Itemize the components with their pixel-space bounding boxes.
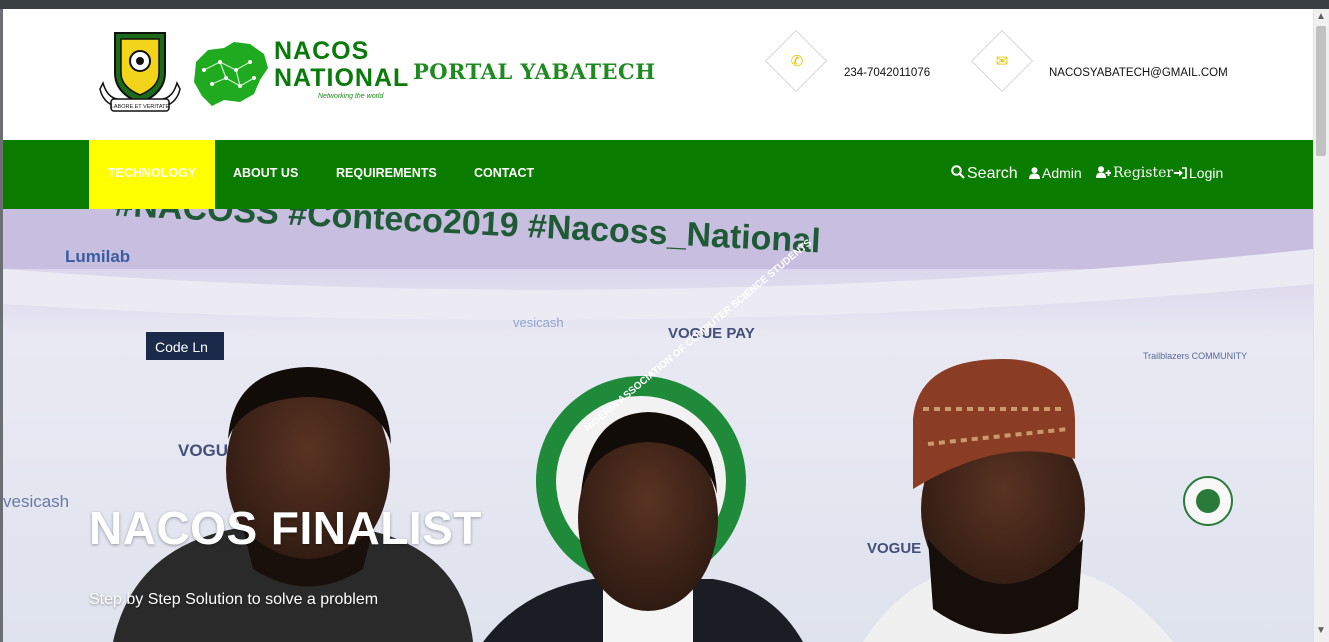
sponsor-codeln: Code Ln [155, 339, 208, 355]
sponsor-vogue-right: VOGUE [867, 540, 921, 557]
nav-search-label: Search [967, 165, 1018, 182]
nav-requirements[interactable]: REQUIREMENTS [336, 140, 437, 209]
user-plus-icon [1096, 166, 1111, 178]
sponsor-lumilab: Lumilab [65, 247, 130, 266]
contact-phone: 234-7042011076 [844, 67, 931, 79]
nav-register[interactable]: Register [1096, 140, 1173, 209]
browser-top-bar [0, 0, 1329, 9]
nav-about-us[interactable]: ABOUT US [233, 140, 298, 209]
sponsor-trailblazers: Trailblazers COMMUNITY [1143, 351, 1247, 361]
nacos-logo-title: NACOS NATIONAL [274, 37, 410, 92]
crest-motto: LABORE ET VERITATE [111, 104, 170, 110]
portal-title[interactable]: PORTAL YABATECH [413, 59, 656, 84]
sponsor-vesicash: vesicash [513, 315, 564, 330]
nav-admin-label: Admin [1042, 165, 1082, 181]
nav-admin[interactable]: Admin [1029, 140, 1082, 209]
nav-contact[interactable]: CONTACT [474, 140, 534, 209]
scroll-down-arrow-icon[interactable]: ▼ [1316, 626, 1326, 636]
nigeria-map-logo[interactable] [190, 40, 270, 110]
hero-subtitle: Step by Step Solution to solve a problem [89, 591, 379, 608]
envelope-icon: ✉ [995, 53, 1009, 70]
user-icon [1029, 167, 1040, 179]
scrollbar-thumb[interactable] [1316, 26, 1326, 156]
hero-title: NACOS FINALIST [89, 502, 482, 554]
yabatech-crest-logo[interactable]: LABORE ET VERITATE [97, 27, 183, 115]
site-header: LABORE ET VERITATE NACOS NATIONAL Networ… [3, 9, 1313, 140]
nacos-logo-text[interactable]: NACOS NATIONAL [274, 38, 414, 92]
search-icon [951, 165, 965, 179]
hero-photo: #NACOSS #Conteco2019 #Nacoss_National Lu… [3, 209, 1313, 642]
phone-icon: ✆ [790, 53, 804, 70]
nav-technology[interactable]: TECHNOLOGY [89, 140, 215, 209]
sponsor-vesicash-left: vesicash [3, 492, 69, 511]
contact-email: NACOSYABATECH@GMAIL.COM [1049, 67, 1228, 79]
scroll-up-arrow-icon[interactable]: ▲ [1316, 12, 1326, 22]
sign-in-icon [1174, 167, 1187, 179]
nav-search[interactable]: Search [951, 140, 1018, 209]
nacos-logo-tagline: Networking the world [318, 93, 384, 100]
hero-banner: #NACOSS #Conteco2019 #Nacoss_National Lu… [3, 209, 1313, 642]
nav-register-label: Register [1113, 165, 1174, 181]
nav-login[interactable]: Login [1174, 140, 1223, 209]
seal-logo [1183, 476, 1233, 526]
nav-login-label: Login [1189, 165, 1224, 181]
main-nav: TECHNOLOGY ABOUT US REQUIREMENTS CONTACT… [3, 140, 1313, 209]
